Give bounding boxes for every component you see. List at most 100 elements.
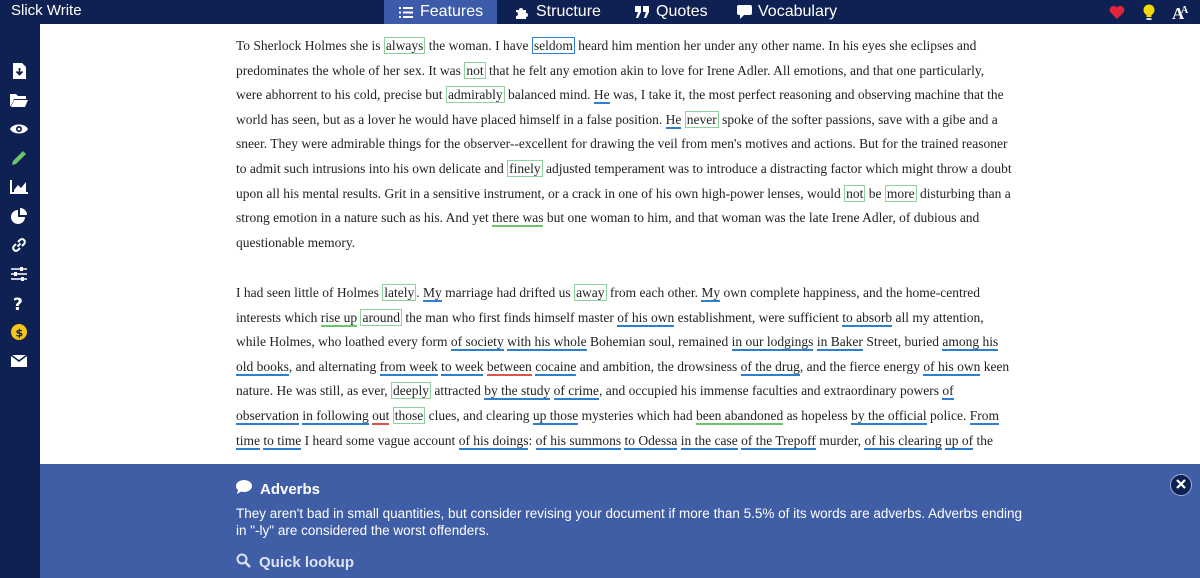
text-run: marriage had drifted us (441, 285, 575, 300)
quick-lookup-button[interactable]: Quick lookup (236, 553, 354, 572)
highlight-word[interactable]: those (392, 406, 426, 424)
prepositional-phrase[interactable]: to Odessa (624, 432, 678, 450)
tab-vocabulary[interactable]: Vocabulary (721, 0, 843, 24)
prepositional-phrase[interactable]: He (665, 111, 682, 129)
lightbulb-icon[interactable] (1140, 3, 1158, 21)
app-title[interactable]: Slick Write (11, 2, 82, 19)
feature-tabs: Features Structure Quotes Vocabulary (384, 0, 843, 24)
text-run: the man who first finds himself master (401, 309, 618, 325)
flagged-word[interactable]: between (486, 358, 532, 376)
panel-description: They aren't bad in small quantities, but… (236, 506, 1022, 538)
list-icon (398, 4, 414, 20)
pie-chart-icon[interactable] (8, 205, 30, 227)
text-run: from each other. (606, 285, 702, 300)
text-run: , and alternating (288, 358, 380, 374)
prepositional-phrase[interactable]: with his whole (507, 334, 587, 352)
help-icon[interactable]: ? (8, 292, 30, 314)
highlight-word[interactable]: away (574, 284, 607, 301)
highlight-phrase[interactable]: there was (492, 210, 544, 228)
highlight-word[interactable]: not (844, 184, 866, 202)
heart-icon[interactable] (1108, 3, 1126, 21)
speech-bubble-icon (737, 4, 752, 20)
paragraph-2: I had seen little of Holmes lately. My m… (236, 281, 1012, 453)
tab-structure[interactable]: Structure (497, 0, 617, 24)
prepositional-phrase[interactable]: up those (532, 407, 579, 425)
pencil-icon[interactable] (8, 147, 30, 169)
prepositional-phrase[interactable]: cocaine (535, 358, 577, 376)
prepositional-phrase[interactable]: to absorb (842, 309, 893, 327)
highlight-word[interactable]: admirably (445, 86, 505, 104)
highlight-word[interactable]: never (684, 110, 719, 128)
donate-dollar-icon[interactable]: $ (8, 321, 30, 343)
svg-text:A: A (1181, 5, 1189, 16)
highlight-word[interactable]: lately (382, 284, 417, 301)
text-run: balanced mind. (504, 87, 594, 103)
quick-lookup-label: Quick lookup (259, 554, 355, 571)
sliders-icon[interactable] (8, 263, 30, 285)
highlight-phrase[interactable]: been abandoned (695, 407, 784, 425)
tab-features[interactable]: Features (384, 0, 497, 24)
text-run: I heard some vague account (301, 432, 459, 448)
mail-icon[interactable] (8, 350, 30, 372)
prepositional-phrase[interactable]: of crime (553, 383, 599, 401)
prepositional-phrase[interactable]: of his clearing (864, 432, 942, 450)
comment-icon (236, 480, 252, 498)
text-run: establishment, were sufficient (674, 309, 843, 325)
line-chart-icon[interactable] (8, 176, 30, 198)
tab-features-label: Features (420, 3, 484, 20)
top-bar: Slick Write Features Structure Quotes Vo… (0, 0, 1200, 24)
prepositional-phrase[interactable]: to time (263, 432, 302, 450)
prepositional-phrase[interactable]: of his own (923, 358, 981, 376)
prepositional-phrase[interactable]: in following (302, 407, 369, 425)
prepositional-phrase[interactable]: of his doings (458, 432, 529, 450)
prepositional-phrase[interactable]: from week (379, 358, 438, 376)
highlight-word[interactable]: around (360, 308, 402, 326)
highlight-word[interactable]: more (884, 184, 917, 202)
prepositional-phrase[interactable]: up of (945, 432, 974, 450)
text-run: I had seen little of Holmes (236, 285, 383, 300)
svg-text:$: $ (16, 327, 24, 340)
save-file-icon[interactable] (8, 60, 30, 82)
flagged-word[interactable]: out (372, 407, 390, 425)
prepositional-phrase[interactable]: of the drug (740, 358, 800, 376)
highlight-word[interactable]: always (383, 37, 426, 54)
highlight-word[interactable]: finely (507, 159, 543, 177)
prepositional-phrase[interactable]: of society (450, 334, 504, 352)
close-panel-button[interactable] (1170, 474, 1192, 496)
top-right-tools: AA (1108, 3, 1190, 21)
text-run: the (973, 432, 994, 448)
text-run: as hopeless (783, 407, 852, 423)
tab-structure-label: Structure (536, 3, 601, 20)
text-run: . (416, 285, 423, 300)
boxed-word[interactable]: seldom (531, 37, 575, 54)
highlight-word[interactable]: not (464, 61, 486, 79)
left-sidebar: ? $ (0, 24, 40, 578)
open-folder-icon[interactable] (8, 89, 30, 111)
prepositional-phrase[interactable]: to week (441, 358, 484, 376)
close-icon (1176, 476, 1186, 494)
highlight-word[interactable]: deeply (391, 382, 432, 400)
prepositional-phrase[interactable]: He (593, 87, 610, 105)
prepositional-phrase[interactable]: by the official (851, 407, 927, 425)
text-run: attracted (431, 383, 485, 399)
prepositional-phrase[interactable]: of his summons (535, 432, 622, 450)
prepositional-phrase[interactable]: in our lodgings (731, 334, 814, 352)
prepositional-phrase[interactable]: My (422, 285, 442, 302)
panel-heading-text: Adverbs (260, 480, 321, 498)
prepositional-phrase[interactable]: My (701, 285, 721, 302)
tab-quotes[interactable]: Quotes (617, 0, 721, 24)
text-run: murder, (815, 432, 865, 448)
link-icon[interactable] (8, 234, 30, 256)
prepositional-phrase[interactable]: in the case (680, 432, 738, 450)
text-run: To Sherlock Holmes she is (236, 38, 384, 53)
prepositional-phrase[interactable]: in Baker (816, 334, 863, 352)
prepositional-phrase[interactable]: of the Trepoff (741, 432, 816, 450)
highlight-phrase[interactable]: rise up (320, 309, 358, 327)
text-run: Street, buried (862, 334, 943, 350)
prepositional-phrase[interactable]: of his own (617, 309, 675, 327)
text-run: clues, and clearing (425, 407, 533, 423)
document-area[interactable]: To Sherlock Holmes she is always the wom… (40, 24, 1200, 464)
font-size-icon[interactable]: AA (1172, 3, 1190, 21)
prepositional-phrase[interactable]: by the study (484, 383, 551, 401)
eye-icon[interactable] (8, 118, 30, 140)
